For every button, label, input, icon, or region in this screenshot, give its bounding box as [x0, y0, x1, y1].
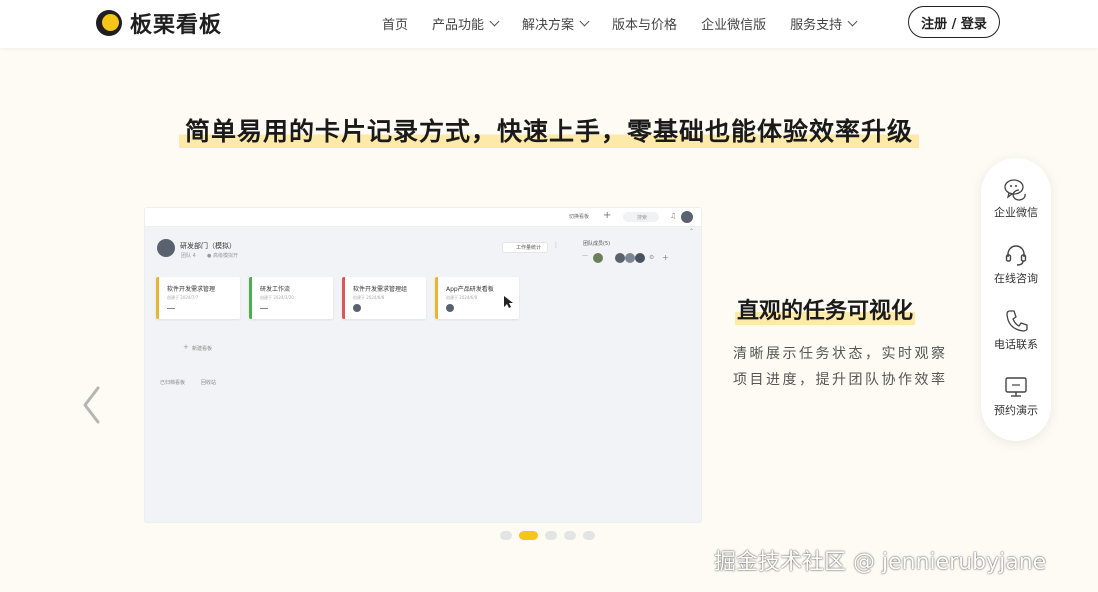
member-avatar	[625, 253, 635, 263]
bell-icon: ♫	[670, 212, 677, 220]
side-item-online[interactable]: 在线咨询	[981, 242, 1051, 286]
department-tag: ● 高级模拟开	[207, 253, 238, 259]
monitor-icon	[1005, 377, 1027, 397]
side-label: 企业微信	[994, 206, 1038, 219]
feature-title: 直观的任务可视化	[735, 293, 916, 325]
board-placeholder	[167, 308, 175, 309]
side-item-wechat[interactable]: 企业微信	[981, 176, 1051, 220]
register-login-button[interactable]: 注册 / 登录	[908, 6, 1000, 38]
collapse-icon: ⌃	[689, 228, 695, 235]
recycle-bin-link: 回收站	[201, 380, 217, 386]
board-title: 研发工作流	[260, 286, 291, 293]
member-avatar	[635, 253, 645, 263]
settings-icon: ⚙	[649, 254, 655, 261]
carousel-dot[interactable]	[545, 531, 557, 540]
side-label: 电话联系	[994, 338, 1038, 351]
nav-item-features[interactable]: 产品功能	[432, 14, 500, 33]
search-placeholder: 搜索	[637, 215, 648, 221]
board-date: 创建于 2024/6/8	[353, 295, 385, 300]
switch-board-label: 切换看板	[569, 214, 590, 220]
board-color-bar	[249, 277, 252, 319]
member-avatar	[615, 253, 625, 263]
members-label: 团队成员(5)	[583, 241, 611, 247]
side-label: 预约演示	[994, 404, 1038, 417]
hero-headline: 简单易用的卡片记录方式，快速上手，零基础也能体验效率升级	[0, 112, 1098, 148]
brand-name: 板栗看板	[130, 13, 223, 38]
members-divider: —	[582, 252, 588, 259]
carousel-pagination	[500, 531, 602, 540]
board-date: 创建于 2024/6/8	[446, 295, 478, 300]
work-stats-button: 工作量统计	[502, 242, 549, 253]
board-title: 软件开发需求管理组	[353, 286, 408, 293]
carousel-dot[interactable]	[500, 531, 512, 540]
nav-item-support[interactable]: 服务支持	[790, 14, 858, 33]
nav-item-solutions[interactable]: 解决方案	[522, 14, 590, 33]
board-title: App产品研发看板	[446, 286, 494, 293]
chevron-down-icon	[489, 16, 500, 26]
department-avatar	[157, 239, 175, 257]
plus-icon: +	[183, 343, 189, 351]
nav-item-pricing[interactable]: 版本与价格	[612, 14, 677, 33]
board-date: 创建于 2024/7/7	[167, 295, 199, 300]
phone-icon	[1006, 310, 1028, 332]
feature-description: 清晰展示任务状态，实时观察项目进度，提升团队协作效率	[733, 346, 948, 388]
contact-side-panel: 企业微信 在线咨询 电话联系 预约演示	[981, 158, 1051, 441]
more-icon: ⋮	[553, 242, 559, 249]
top-navbar: 板栗看板 首页 产品功能 解决方案 版本与价格 企业微信版 服务支持 注册 / …	[0, 0, 1098, 48]
board-color-bar	[342, 277, 345, 319]
plus-icon: +	[603, 210, 612, 221]
nav-item-wecom[interactable]: 企业微信版	[701, 14, 766, 33]
brand-logo[interactable]: 板栗看板	[96, 9, 223, 38]
chevron-down-icon	[579, 16, 590, 26]
board-card: 软件开发需求管理 创建于 2024/7/7	[156, 277, 240, 319]
board-title: 软件开发需求管理	[167, 286, 216, 293]
board-color-bar	[435, 277, 438, 319]
avatar	[446, 304, 454, 312]
archived-boards-link: 已归档看板	[160, 380, 186, 386]
board-color-bar	[156, 277, 159, 319]
board-card: 研发工作流 创建于 2024/3/20	[249, 277, 333, 319]
carousel-dot[interactable]	[583, 531, 595, 540]
board-card: 软件开发需求管理组 创建于 2024/6/8	[342, 277, 426, 319]
board-placeholder	[260, 308, 268, 309]
add-member-icon: +	[662, 253, 669, 262]
new-board-link: 新建看板	[192, 346, 213, 352]
avatar	[681, 211, 693, 223]
carousel-prev-arrow-icon[interactable]	[82, 386, 100, 424]
board-date: 创建于 2024/3/20	[260, 295, 294, 300]
product-screenshot: 切换看板 + 搜索 ♫ ⌃ 研发部门（模拟） 团队 4 ● 高级模拟开 工作量统…	[145, 208, 701, 522]
carousel-dot[interactable]	[564, 531, 576, 540]
department-name: 研发部门（模拟）	[180, 242, 236, 250]
side-item-demo[interactable]: 预约演示	[981, 374, 1051, 418]
avatar	[353, 304, 361, 312]
mouse-cursor-icon	[504, 296, 513, 308]
logo-icon	[96, 10, 122, 36]
side-item-phone[interactable]: 电话联系	[981, 308, 1051, 352]
member-avatar	[593, 253, 603, 263]
wechat-icon	[1004, 179, 1026, 201]
nav-item-home[interactable]: 首页	[382, 14, 408, 33]
chevron-down-icon	[847, 16, 858, 26]
department-tag: 团队 4	[181, 253, 196, 259]
screenshot-topbar: 切换看板 + 搜索 ♫	[145, 208, 701, 227]
headset-icon	[1005, 245, 1027, 266]
side-label: 在线咨询	[994, 272, 1038, 285]
watermark: 掘金技术社区 @ jennierubyjane	[714, 550, 1047, 575]
carousel-dot-active[interactable]	[519, 531, 538, 540]
main-nav: 首页 产品功能 解决方案 版本与价格 企业微信版 服务支持	[382, 0, 880, 46]
